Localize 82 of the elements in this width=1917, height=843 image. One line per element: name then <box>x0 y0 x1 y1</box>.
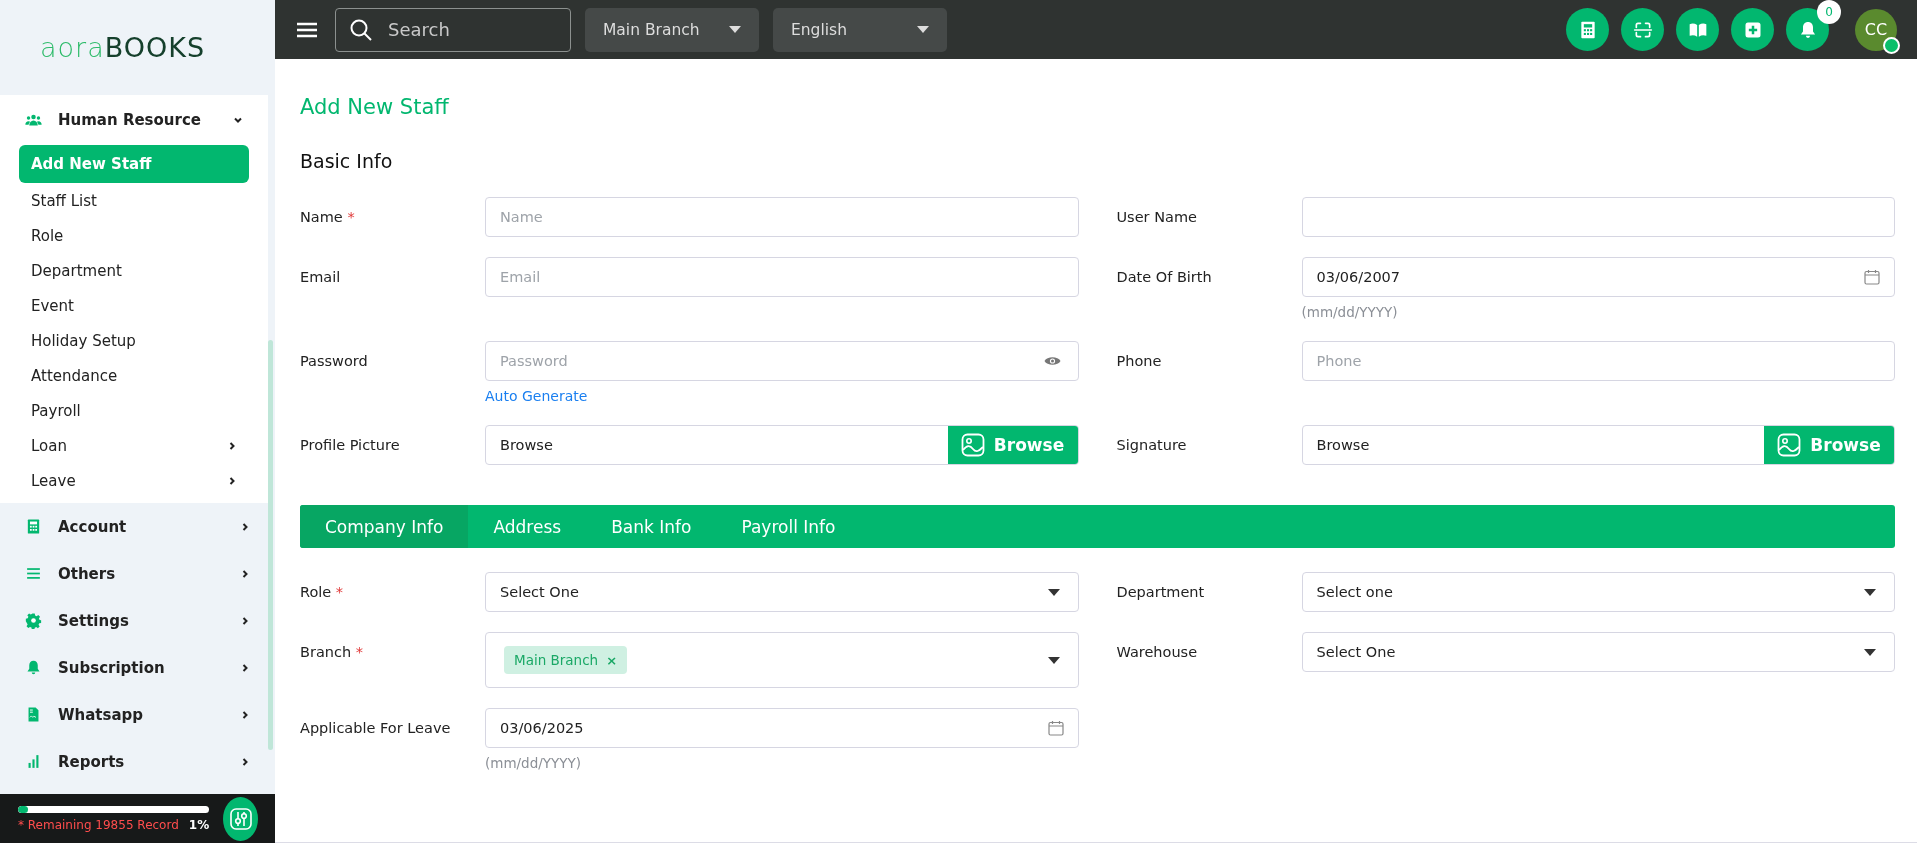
text-input-field[interactable]: Name <box>485 197 1079 237</box>
caret-icon <box>1864 588 1876 596</box>
image-icon <box>1777 433 1802 457</box>
select-dropdown[interactable]: Select One <box>485 572 1079 612</box>
page-title: Add New Staff <box>300 94 450 121</box>
search-field[interactable]: Search <box>335 7 571 52</box>
calendar-icon <box>1047 720 1064 736</box>
caret-icon <box>1047 588 1060 596</box>
text-input-field[interactable]: Phone <box>1301 341 1895 381</box>
chevron-icon <box>227 475 237 486</box>
submenu-item[interactable]: Attendance <box>19 358 249 393</box>
sidebar-menu-item[interactable]: Account <box>0 503 275 550</box>
settings-sliders-button[interactable] <box>223 796 258 841</box>
image-icon <box>960 433 985 457</box>
field-label: Profile Picture <box>300 436 401 455</box>
sidebar-menu-item[interactable]: Whatsapp <box>0 691 275 738</box>
field-label: User Name <box>1116 208 1198 227</box>
date-field[interactable]: 03/06/2007 <box>1301 257 1895 297</box>
sidebar-menu-item[interactable]: Reports <box>0 738 275 785</box>
scrollbar-thumb[interactable] <box>268 340 273 750</box>
auto-generate-link[interactable]: Auto Generate <box>485 387 588 405</box>
submenu-item[interactable]: Payroll <box>19 393 249 428</box>
submenu-item[interactable]: Event <box>19 288 249 323</box>
file-input-field[interactable]: Browse Browse <box>1301 425 1895 465</box>
search-icon <box>349 17 373 42</box>
sidebar-menu-item[interactable]: Others <box>0 550 275 597</box>
field-label: Applicable For Leave <box>300 719 452 738</box>
date-field[interactable]: 03/06/2025 <box>485 708 1079 748</box>
field-label: Signature <box>1116 436 1188 455</box>
app-logo: aora BOOKS <box>39 31 207 65</box>
scan-button[interactable] <box>1621 8 1664 51</box>
calculator-button[interactable] <box>1566 8 1609 51</box>
field-label: Role * <box>300 583 345 602</box>
file-input-field[interactable]: Browse Browse <box>485 425 1079 465</box>
field-label: Department <box>1116 583 1206 602</box>
submenu-item[interactable]: Role <box>19 218 249 253</box>
sidebar-menu-item[interactable]: Settings <box>0 597 275 644</box>
bell-icon <box>25 659 42 676</box>
eye-icon <box>1043 355 1061 367</box>
submenu-item[interactable]: Staff List <box>19 183 249 218</box>
field-label: Date Of Birth <box>1116 268 1213 287</box>
settings-icon <box>25 612 42 629</box>
remaining-records-text: * Remaining 19855 Record <box>18 817 179 832</box>
field-label: Branch * <box>300 643 364 662</box>
password-field[interactable]: Password <box>485 341 1079 381</box>
usage-percent: 1% <box>188 817 210 832</box>
menu-icon <box>297 21 317 38</box>
sidebar-menu-item[interactable]: Human Resource <box>0 95 268 145</box>
text-input-field[interactable]: Email <box>485 257 1079 297</box>
format-hint: (mm/dd/YYYY) <box>1301 303 1399 321</box>
submenu-item[interactable]: Loan <box>19 428 249 463</box>
submenu-item[interactable]: Leave <box>19 463 249 498</box>
field-label: Warehouse <box>1116 643 1199 662</box>
submenu-item[interactable]: Department <box>19 253 249 288</box>
text-input-field[interactable] <box>1301 197 1895 237</box>
caret-icon <box>1047 656 1060 664</box>
header-dropdown[interactable]: English <box>773 7 947 52</box>
sliders-icon <box>228 806 253 831</box>
menu-icon <box>25 565 42 582</box>
calculator-icon <box>25 518 42 535</box>
format-hint: (mm/dd/YYYY) <box>485 754 583 772</box>
notification-count: 0 <box>1817 0 1841 24</box>
select-dropdown[interactable]: Select one <box>1301 572 1895 612</box>
field-label: Password <box>300 352 369 371</box>
field-label: Phone <box>1116 352 1163 371</box>
book-button[interactable] <box>1676 8 1719 51</box>
branch-tag: Main Branch × <box>504 646 628 674</box>
field-label: Name * <box>300 208 356 227</box>
select-dropdown[interactable]: Select One <box>1301 632 1895 672</box>
add-button[interactable] <box>1731 8 1774 51</box>
calendar-icon <box>1864 269 1880 285</box>
user-avatar[interactable]: CC <box>1855 8 1897 51</box>
header-dropdown[interactable]: Main Branch <box>585 7 759 52</box>
caret-icon <box>917 26 929 33</box>
section-title: Basic Info <box>300 149 394 173</box>
caret-icon <box>729 26 741 33</box>
chevron-icon <box>227 440 237 451</box>
sidebar-menu-item[interactable]: Subscription <box>0 644 275 691</box>
field-label: Email <box>300 268 342 287</box>
submenu-item[interactable]: Holiday Setup <box>19 323 249 358</box>
caret-icon <box>1864 648 1876 656</box>
menu-button[interactable] <box>297 21 317 38</box>
